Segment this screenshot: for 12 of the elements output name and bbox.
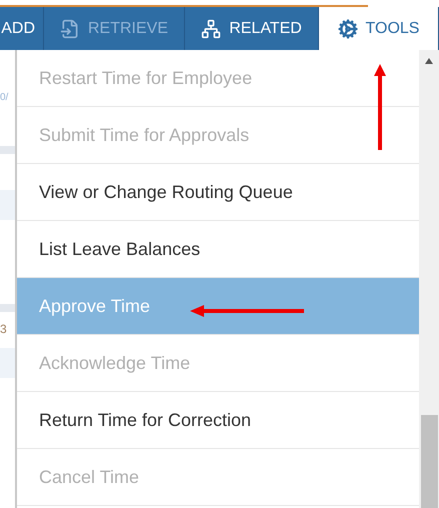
document-icon [60,18,80,38]
background-row [0,304,15,312]
scrollbar[interactable] [419,50,439,508]
background-row [0,146,15,154]
toolbar-tab[interactable]: TOOLS [319,7,439,50]
toolbar-tab[interactable]: ADD [0,7,44,50]
scrollbar-thumb[interactable] [420,415,438,508]
background-text: 0/ [0,91,8,105]
gear-icon [338,18,358,38]
background-text: 3 [0,321,7,338]
scroll-up-icon[interactable] [425,58,433,64]
hierarchy-icon [201,18,222,38]
